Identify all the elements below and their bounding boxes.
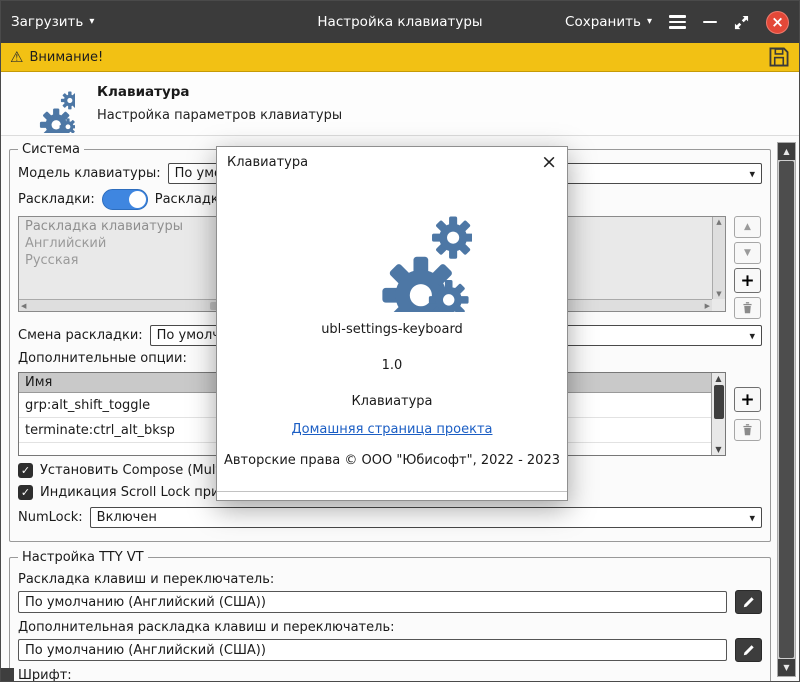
dialog-footer xyxy=(217,491,567,500)
page-title: Клавиатура xyxy=(97,84,342,100)
app-id: ubl-settings-keyboard xyxy=(321,322,463,337)
layout-switch-label: Смена раскладки: xyxy=(18,328,143,343)
compose-checkbox[interactable]: ✓ xyxy=(18,463,33,478)
maximize-button[interactable] xyxy=(734,15,749,30)
add-option-button[interactable]: + xyxy=(734,387,761,412)
app-version: 1.0 xyxy=(382,358,403,373)
scroll-up-icon: ▲ xyxy=(715,374,721,383)
scroll-right-icon: ▶ xyxy=(705,302,710,310)
tty-layout-edit-button[interactable] xyxy=(735,590,762,614)
keyboard-model-label: Модель клавиатуры: xyxy=(18,166,161,181)
trash-icon xyxy=(741,423,754,437)
app-window: Настройка клавиатуры Загрузить ▾ Сохрани… xyxy=(0,0,800,682)
close-icon: × xyxy=(771,15,784,30)
chevron-down-icon: ▾ xyxy=(749,511,755,524)
main-vertical-scrollbar: ▲ ▼ xyxy=(777,142,796,677)
listbox-vertical-scrollbar[interactable]: ▲ ▼ xyxy=(712,217,725,299)
minimize-icon xyxy=(703,21,717,24)
scroll-left-icon: ◀ xyxy=(21,302,26,310)
about-gears-logo xyxy=(312,180,472,312)
numlock-label: NumLock: xyxy=(18,510,83,525)
arrow-down-icon: ▼ xyxy=(744,248,751,258)
check-icon: ✓ xyxy=(21,486,30,499)
pencil-icon xyxy=(742,644,755,657)
pencil-icon xyxy=(742,596,755,609)
numlock-combobox[interactable]: Включен ▾ xyxy=(90,507,762,528)
trash-icon xyxy=(741,301,754,315)
arrow-down-icon: ▼ xyxy=(783,663,789,672)
scroll-down-icon: ▼ xyxy=(715,445,721,454)
scrollbar-thumb[interactable] xyxy=(714,385,724,419)
scroll-up-icon: ▲ xyxy=(716,218,721,226)
layouts-label: Раскладки: xyxy=(18,192,95,207)
close-button[interactable]: × xyxy=(766,11,789,34)
tty-layout-label: Раскладка клавиш и переключатель: xyxy=(18,572,762,587)
move-layout-up-button[interactable]: ▲ xyxy=(734,216,761,238)
scroll-down-icon: ▼ xyxy=(716,290,721,298)
chevron-down-icon: ▾ xyxy=(749,329,755,342)
app-header: Клавиатура Настройка параметров клавиату… xyxy=(1,72,799,136)
homepage-link[interactable]: Домашняя страница проекта xyxy=(292,422,493,437)
warning-icon: ⚠ xyxy=(10,50,23,65)
page-subtitle: Настройка параметров клавиатуры xyxy=(97,108,342,123)
titlebar: Настройка клавиатуры Загрузить ▾ Сохрани… xyxy=(1,1,799,43)
resize-grip xyxy=(1,668,14,681)
options-table-scrollbar[interactable]: ▲ ▼ xyxy=(711,373,725,455)
warning-bar: ⚠ Внимание! xyxy=(1,43,799,72)
tty-font-label: Шрифт: xyxy=(18,668,762,682)
keyboard-settings-gears-icon xyxy=(13,75,75,133)
app-name: Клавиатура xyxy=(351,394,432,409)
add-layout-button[interactable]: + xyxy=(734,268,761,293)
about-dialog: Клавиатура × ubl-settings-keyboard 1.0 К… xyxy=(216,146,568,501)
tty-layout-field[interactable]: По умолчанию (Английский (США)) xyxy=(18,591,727,613)
chevron-down-icon: ▾ xyxy=(749,167,755,180)
delete-layout-button[interactable] xyxy=(734,297,761,319)
minimize-button[interactable] xyxy=(703,21,717,24)
arrow-up-icon: ▲ xyxy=(744,222,751,232)
plus-icon: + xyxy=(740,271,754,291)
save-file-button[interactable] xyxy=(768,46,790,68)
plus-icon: + xyxy=(740,390,754,410)
caret-down-icon: ▾ xyxy=(89,17,94,27)
scrollbar-down-button[interactable]: ▼ xyxy=(778,659,795,676)
menu-button[interactable] xyxy=(669,15,686,29)
tty-extra-layout-field[interactable]: По умолчанию (Английский (США)) xyxy=(18,639,727,661)
floppy-icon xyxy=(768,46,790,68)
caret-down-icon: ▾ xyxy=(647,17,652,27)
scrollbar-thumb[interactable] xyxy=(779,161,794,658)
dialog-close-button[interactable]: × xyxy=(541,155,557,169)
tty-extra-layout-label: Дополнительная раскладка клавиш и перекл… xyxy=(18,620,762,635)
expand-icon xyxy=(734,15,749,30)
dialog-title: Клавиатура xyxy=(227,155,308,170)
tty-group-legend: Настройка TTY VT xyxy=(18,550,148,565)
default-layout-toggle[interactable] xyxy=(102,189,148,210)
move-layout-down-button[interactable]: ▼ xyxy=(734,242,761,264)
warning-text: Внимание! xyxy=(29,50,103,65)
delete-option-button[interactable] xyxy=(734,419,761,441)
hamburger-icon xyxy=(669,15,686,18)
system-group-legend: Система xyxy=(18,142,84,157)
arrow-up-icon: ▲ xyxy=(783,147,789,156)
scrollbar-up-button[interactable]: ▲ xyxy=(778,143,795,160)
compose-checkbox-label: Установить Compose (Multi_K xyxy=(40,463,239,478)
check-icon: ✓ xyxy=(21,464,30,477)
save-button[interactable]: Сохранить ▾ xyxy=(565,14,652,30)
toggle-knob xyxy=(129,191,146,208)
numlock-value: Включен xyxy=(97,510,157,525)
copyright-text: Авторские права © ООО "Юбисофт", 2022 - … xyxy=(224,453,560,468)
tty-group: Настройка TTY VT Раскладка клавиш и пере… xyxy=(9,550,771,682)
load-button[interactable]: Загрузить ▾ xyxy=(11,14,94,30)
tty-extra-layout-edit-button[interactable] xyxy=(735,638,762,662)
scroll-lock-checkbox[interactable]: ✓ xyxy=(18,485,33,500)
